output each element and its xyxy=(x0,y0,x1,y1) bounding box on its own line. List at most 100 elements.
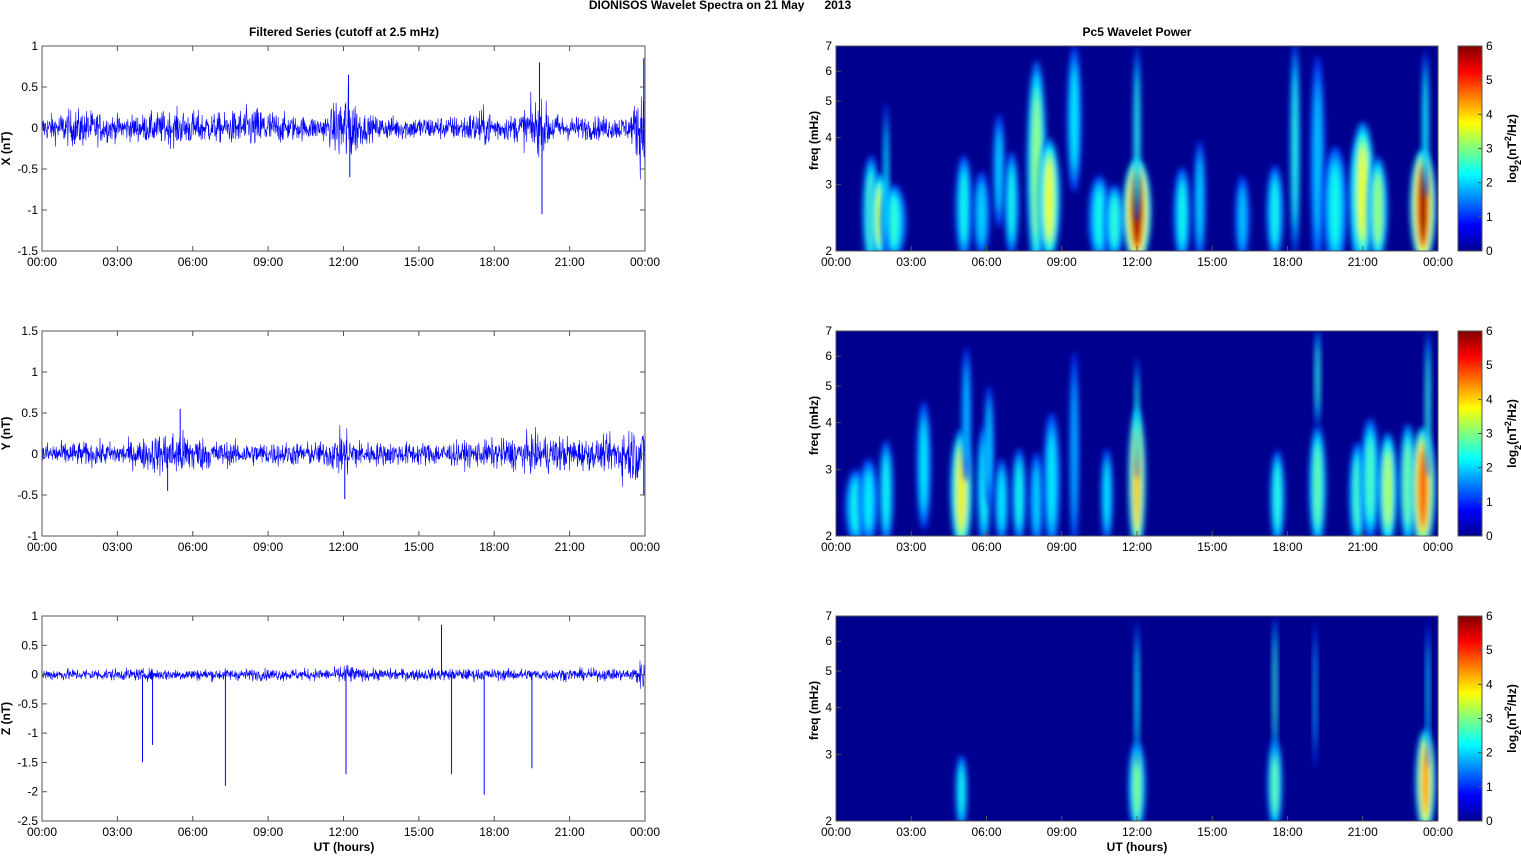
power-contour xyxy=(1272,182,1278,243)
x-tick-label: 09:00 xyxy=(253,825,283,839)
colorbar-tick-label: 3 xyxy=(1486,142,1493,156)
power-contour xyxy=(1313,647,1317,742)
power-contour xyxy=(884,130,888,232)
power-blob xyxy=(992,113,1006,229)
power-blob xyxy=(1266,165,1284,251)
x-tick-label: 03:00 xyxy=(102,255,132,269)
power-contour xyxy=(1331,168,1339,247)
x-tick-label: 03:00 xyxy=(896,255,926,269)
x-tick-label: 12:00 xyxy=(328,255,358,269)
power-contour xyxy=(961,173,967,241)
x-tick-label: 18:00 xyxy=(1272,540,1302,554)
x-tick-label: 06:00 xyxy=(178,540,208,554)
colorbar-tick-label: 4 xyxy=(1486,392,1493,406)
x-tick-label: 12:00 xyxy=(328,540,358,554)
power-contour xyxy=(1367,440,1374,519)
freq-tick-label: 7 xyxy=(825,609,832,623)
x-tick-label: 00:00 xyxy=(630,540,660,554)
x-tick-label: 15:00 xyxy=(1197,540,1227,554)
power-contour xyxy=(1046,160,1053,239)
x-tick-label: 06:00 xyxy=(971,540,1001,554)
power-blob xyxy=(1011,448,1027,536)
power-blob xyxy=(1322,146,1348,251)
power-contour xyxy=(1315,93,1320,231)
power-blob xyxy=(1367,157,1388,251)
power-blob xyxy=(878,440,894,536)
power-contour xyxy=(1359,147,1367,238)
freq-tick-label: 6 xyxy=(825,634,832,648)
power-blob xyxy=(1133,46,1141,224)
x-tick-label: 18:00 xyxy=(1272,825,1302,839)
y-tick-label: -2 xyxy=(27,785,38,799)
x-tick-label: 21:00 xyxy=(1348,825,1378,839)
power-blob xyxy=(1415,729,1436,821)
power-contour xyxy=(964,370,968,458)
x-tick-label: 00:00 xyxy=(630,825,660,839)
freq-tick-label: 5 xyxy=(825,664,832,678)
x-tick-label: 21:00 xyxy=(555,540,585,554)
y-tick-label: 1 xyxy=(31,609,38,623)
power-blob xyxy=(955,754,968,821)
colorbar-tick-label: 3 xyxy=(1486,712,1493,726)
x-tick-label: 00:00 xyxy=(27,540,57,554)
x-tick-label: 09:00 xyxy=(253,255,283,269)
power-contour xyxy=(987,407,991,485)
x-tick-label: 00:00 xyxy=(27,825,57,839)
figure: DIONISOS Wavelet Spectra on 21 May 2013 … xyxy=(0,0,1521,854)
y-tick-label: -0.5 xyxy=(17,697,38,711)
power-blob xyxy=(983,385,995,507)
power-contour xyxy=(1135,78,1139,192)
x-tick-label: 15:00 xyxy=(404,540,434,554)
x-tick-label: 09:00 xyxy=(1047,540,1077,554)
x-tick-label: 03:00 xyxy=(896,540,926,554)
power-blob xyxy=(1308,425,1327,536)
x-tick-label: 15:00 xyxy=(1197,825,1227,839)
series-plot-area xyxy=(42,616,645,821)
y-tick-label: 1 xyxy=(31,365,38,379)
freq-tick-label: 7 xyxy=(825,39,832,53)
power-blob xyxy=(961,346,972,482)
power-blob xyxy=(1272,616,1278,763)
power-blob xyxy=(994,458,1010,536)
series-ylabel: Y (nT) xyxy=(0,417,13,451)
freq-label: freq (mHz) xyxy=(807,111,821,170)
freq-tick-label: 3 xyxy=(825,178,832,192)
x-tick-label: 09:00 xyxy=(1047,255,1077,269)
power-contour xyxy=(1423,77,1427,172)
power-blob xyxy=(1173,167,1191,251)
x-tick-label: 06:00 xyxy=(178,825,208,839)
component-1: 1.510.50-0.5-1Y (nT)234567freq (mHz)0123… xyxy=(0,324,1521,554)
colorbar-tick-label: 1 xyxy=(1486,495,1493,509)
power-contour xyxy=(1272,755,1278,813)
power-blob xyxy=(1310,55,1326,251)
power-contour xyxy=(1105,465,1109,526)
colorbar-tick-label: 0 xyxy=(1486,814,1493,828)
power-contour xyxy=(1374,175,1381,243)
x-tick-label: 12:00 xyxy=(328,825,358,839)
power-contour xyxy=(1179,184,1185,245)
x-tick-label: 00:00 xyxy=(821,540,851,554)
power-contour xyxy=(1111,197,1118,246)
freq-label: freq (mHz) xyxy=(807,681,821,740)
right-title: Pc5 Wavelet Power xyxy=(1083,25,1192,39)
freq-tick-label: 6 xyxy=(825,349,832,363)
component-0: 10.50-0.5-1-1.5X (nT)234567freq (mHz)012… xyxy=(0,39,1521,269)
x-tick-label: 03:00 xyxy=(102,540,132,554)
power-contour xyxy=(1275,467,1280,528)
left-xlabel: UT (hours) xyxy=(314,840,375,854)
x-tick-label: 18:00 xyxy=(1272,255,1302,269)
power-blob xyxy=(1424,331,1431,478)
y-tick-label: 0 xyxy=(31,668,38,682)
power-contour xyxy=(1017,465,1022,526)
colorbar-tick-label: 4 xyxy=(1486,107,1493,121)
y-tick-label: -0.5 xyxy=(17,162,38,176)
x-tick-label: 12:00 xyxy=(1122,255,1152,269)
y-tick-label: 0.5 xyxy=(21,406,38,420)
power-contour xyxy=(1009,170,1014,237)
x-tick-label: 00:00 xyxy=(1423,540,1453,554)
colorbar-tick-label: 6 xyxy=(1486,324,1493,338)
power-blob xyxy=(883,102,890,251)
x-tick-label: 00:00 xyxy=(630,255,660,269)
power-blob xyxy=(1377,432,1398,536)
colorbar-tick-label: 0 xyxy=(1486,529,1493,543)
